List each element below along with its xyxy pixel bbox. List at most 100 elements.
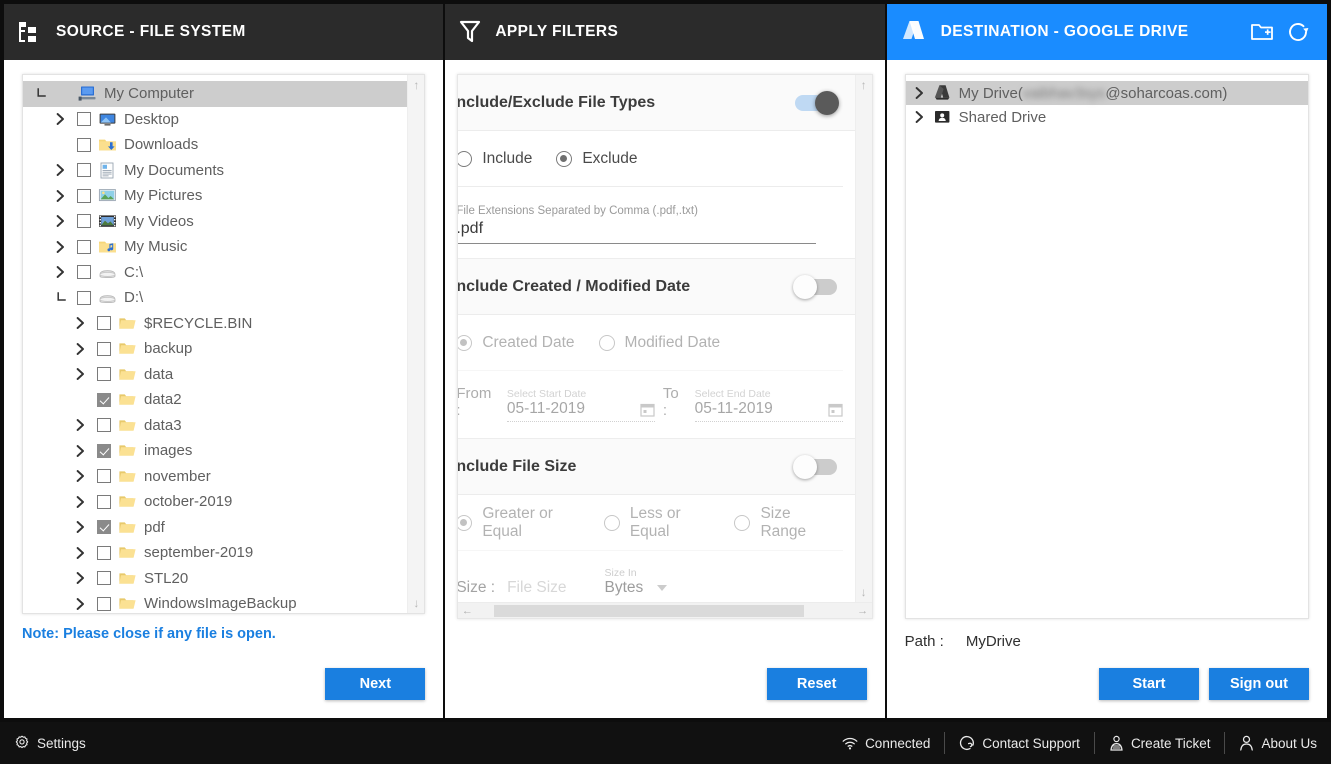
destination-tree[interactable]: My Drive(vaibhav3sys@soharcoas.com) Share… — [905, 81, 1308, 129]
tree-item-checkbox[interactable] — [77, 214, 91, 229]
new-folder-icon[interactable] — [1247, 17, 1277, 47]
start-date-input[interactable]: 05-11-2019 — [506, 400, 655, 422]
tree-item-my-documents[interactable]: My Documents — [23, 158, 407, 184]
tree-item-my-computer[interactable]: My Computer — [23, 81, 408, 107]
expand-arrow-icon[interactable] — [53, 265, 68, 280]
tree-item-stl20[interactable]: STL20 — [23, 566, 407, 592]
expand-arrow-icon[interactable] — [73, 443, 88, 458]
source-tree-scrollbar[interactable]: ↑ ↓ — [407, 75, 425, 613]
scroll-up-icon[interactable]: ↑ — [861, 78, 867, 92]
expand-arrow-icon[interactable] — [73, 545, 88, 560]
tree-item-checkbox[interactable] — [97, 571, 111, 586]
expand-arrow-icon[interactable] — [73, 494, 88, 509]
end-date-input[interactable]: 05-11-2019 — [694, 400, 843, 422]
destination-tree-item[interactable]: My Drive(vaibhav3sys@soharcoas.com) — [905, 81, 1308, 105]
expand-arrow-icon[interactable] — [73, 571, 88, 586]
file-size-toggle[interactable] — [792, 454, 837, 479]
expand-arrow-icon[interactable] — [73, 596, 88, 611]
tree-item-checkbox[interactable] — [77, 137, 91, 152]
contact-support-button[interactable]: Contact Support — [944, 732, 1094, 754]
expand-arrow-icon[interactable] — [53, 239, 68, 254]
file-types-toggle[interactable] — [794, 90, 839, 115]
tree-item-checkbox[interactable] — [97, 469, 111, 484]
tree-item-my-pictures[interactable]: My Pictures — [23, 183, 407, 209]
expand-arrow-icon[interactable] — [73, 341, 88, 356]
expand-arrow-icon[interactable] — [912, 86, 927, 101]
tree-item-my-music[interactable]: My Music — [23, 234, 407, 260]
tree-item-checkbox[interactable] — [97, 443, 111, 458]
start-button[interactable]: Start — [1098, 668, 1199, 700]
tree-item-checkbox[interactable] — [77, 239, 91, 254]
tree-item-checkbox[interactable] — [77, 163, 91, 178]
connection-status[interactable]: Connected — [828, 732, 944, 754]
tree-item-checkbox[interactable] — [97, 392, 111, 407]
radio-created-date[interactable] — [458, 334, 473, 351]
expand-arrow-icon[interactable] — [53, 188, 68, 203]
tree-item-data2[interactable]: data2 — [23, 387, 407, 413]
about-us-button[interactable]: About Us — [1224, 732, 1331, 754]
radio-modified-date[interactable] — [598, 334, 615, 351]
radio-exclude[interactable] — [556, 150, 573, 167]
date-toggle[interactable] — [792, 274, 837, 299]
tree-item-october-2019[interactable]: october-2019 — [23, 489, 407, 515]
tree-item-checkbox[interactable] — [97, 367, 111, 382]
scroll-right-icon[interactable]: → — [856, 605, 870, 617]
tree-item-checkbox[interactable] — [77, 112, 91, 127]
filters-vertical-scrollbar[interactable]: ↑ ↓ — [854, 75, 872, 602]
next-button[interactable]: Next — [325, 668, 426, 700]
destination-tree-container[interactable]: My Drive(vaibhav3sys@soharcoas.com) Share… — [904, 74, 1309, 619]
tree-item-c[interactable]: C:\ — [23, 260, 407, 286]
tree-item-checkbox[interactable] — [77, 290, 91, 305]
tree-item-checkbox[interactable] — [77, 265, 91, 280]
scroll-down-icon[interactable]: ↓ — [861, 585, 867, 599]
tree-item-my-videos[interactable]: My Videos — [23, 209, 407, 235]
expand-arrow-icon[interactable] — [73, 418, 88, 433]
file-extensions-input[interactable]: .pdf — [458, 220, 817, 244]
expand-arrow-icon[interactable] — [912, 110, 927, 125]
collapse-arrow-icon[interactable] — [53, 290, 68, 305]
tree-item-desktop[interactable]: Desktop — [23, 107, 407, 133]
tree-item-downloads[interactable]: Downloads — [23, 132, 407, 158]
expand-arrow-icon[interactable] — [73, 316, 88, 331]
collapse-arrow-icon[interactable] — [33, 86, 48, 101]
tree-item-checkbox[interactable] — [97, 316, 111, 331]
tree-item-checkbox[interactable] — [77, 188, 91, 203]
tree-item-images[interactable]: images — [23, 438, 407, 464]
expand-arrow-icon[interactable] — [53, 163, 68, 178]
tree-item-windowsimagebackup[interactable]: WindowsImageBackup — [23, 591, 407, 613]
calendar-icon[interactable] — [640, 402, 655, 417]
horizontal-scroll-thumb[interactable] — [494, 604, 805, 617]
tree-item-checkbox[interactable] — [97, 596, 111, 611]
file-size-input[interactable]: File Size — [507, 579, 566, 597]
tree-item-pdf[interactable]: pdf — [23, 515, 407, 541]
tree-item-d[interactable]: D:\ — [23, 285, 407, 311]
expand-arrow-icon[interactable] — [73, 367, 88, 382]
radio-greater-or-equal[interactable] — [458, 514, 473, 531]
tree-item-november[interactable]: november — [23, 464, 407, 490]
tree-item-september-2019[interactable]: september-2019 — [23, 540, 407, 566]
create-ticket-button[interactable]: Create Ticket — [1093, 732, 1225, 754]
destination-tree-item[interactable]: Shared Drive — [906, 105, 1308, 129]
expand-arrow-icon[interactable] — [73, 520, 88, 535]
tree-item-checkbox[interactable] — [97, 545, 111, 560]
filters-horizontal-scrollbar[interactable]: ← → — [458, 602, 872, 618]
expand-arrow-icon[interactable] — [73, 469, 88, 484]
tree-item-recycle.bin[interactable]: $RECYCLE.BIN — [23, 311, 407, 337]
scroll-up-icon[interactable]: ↑ — [413, 78, 419, 92]
scroll-down-icon[interactable]: ↓ — [413, 596, 419, 610]
settings-button[interactable]: Settings — [0, 735, 86, 751]
tree-item-data[interactable]: data — [23, 362, 407, 388]
size-unit-select[interactable]: Bytes — [605, 579, 668, 597]
radio-include[interactable] — [458, 150, 473, 167]
calendar-icon[interactable] — [828, 402, 843, 417]
radio-less-or-equal[interactable] — [603, 514, 620, 531]
tree-item-data3[interactable]: data3 — [23, 413, 407, 439]
tree-item-checkbox[interactable] — [97, 494, 111, 509]
sign-out-button[interactable]: Sign out — [1208, 668, 1309, 700]
tree-item-checkbox[interactable] — [97, 341, 111, 356]
scroll-left-icon[interactable]: ← — [460, 605, 474, 617]
tree-item-checkbox[interactable] — [97, 520, 111, 535]
tree-item-checkbox[interactable] — [97, 418, 111, 433]
expand-arrow-icon[interactable] — [53, 112, 68, 127]
source-tree[interactable]: My Computer Desktop Downloads My Documents M… — [23, 75, 408, 613]
